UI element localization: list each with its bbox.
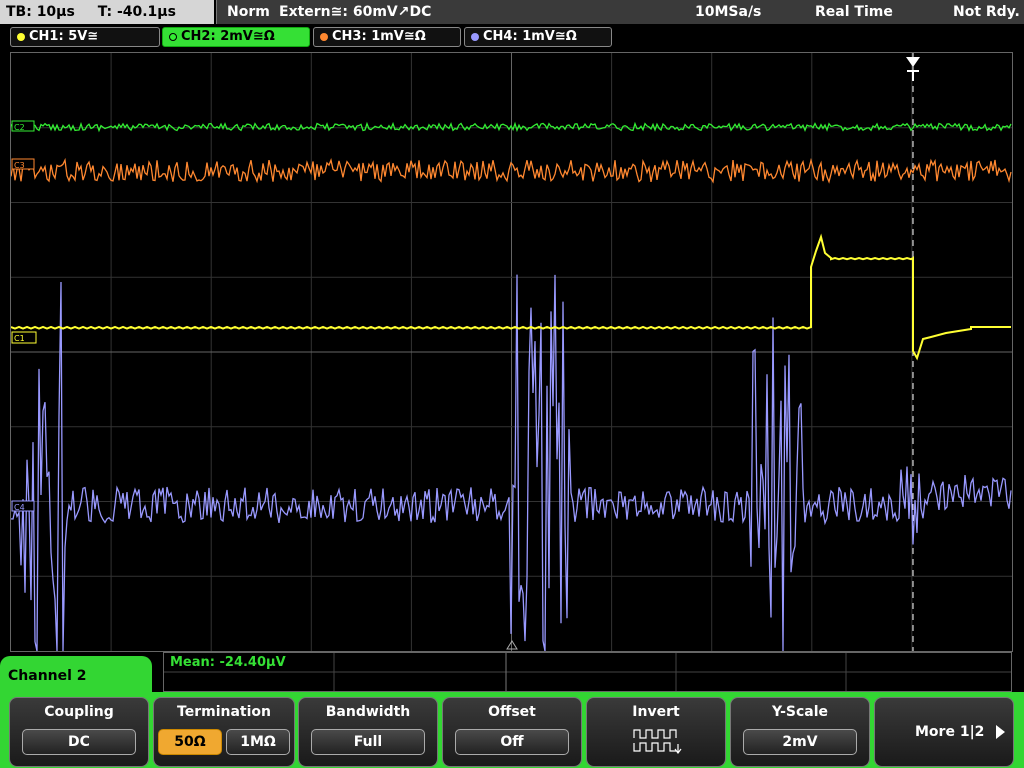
arrow-right-icon bbox=[996, 725, 1005, 739]
tab-ch1[interactable]: CH1: 5V≅ bbox=[10, 27, 160, 47]
ch2-level-marker[interactable]: C2 bbox=[11, 120, 35, 132]
yscale-title: Y-Scale bbox=[771, 704, 828, 720]
trigger-settings: Extern≅: 60mV↗DC bbox=[279, 4, 432, 20]
termination-softkey[interactable]: Termination 50Ω 1MΩ bbox=[153, 697, 295, 767]
ch4-dot-icon bbox=[471, 32, 479, 41]
invert-softkey[interactable]: Invert bbox=[586, 697, 726, 767]
tab-ch4-label: CH4: 1mV≅Ω bbox=[483, 29, 577, 44]
timebase-box[interactable]: TB: 10µs T: -40.1µs bbox=[0, 0, 214, 24]
measurement-panel[interactable]: Mean: -24.40µV bbox=[163, 652, 1012, 692]
svg-text:C1: C1 bbox=[14, 334, 25, 343]
waveform-display[interactable]: C2 C3 C1 C4 bbox=[10, 52, 1013, 652]
bandwidth-value[interactable]: Full bbox=[311, 729, 425, 755]
termination-50ohm-button[interactable]: 50Ω bbox=[158, 729, 222, 755]
ch4-level-marker[interactable]: C4 bbox=[11, 500, 35, 512]
trigger-marker-icon[interactable] bbox=[906, 57, 920, 67]
trigger-mode: Norm bbox=[227, 4, 270, 20]
channel-tabs: CH1: 5V≅ CH2: 2mV≅Ω CH3: 1mV≅Ω CH4: 1mV≅… bbox=[0, 26, 1024, 48]
trigger-time-value: T: -40.1µs bbox=[97, 4, 176, 20]
trigger-status: Not Rdy. bbox=[953, 4, 1020, 20]
coupling-title: Coupling bbox=[44, 704, 114, 720]
sample-rate: 10MSa/s bbox=[695, 4, 762, 20]
tab-ch2-label: CH2: 2mV≅Ω bbox=[181, 29, 275, 44]
termination-1mohm-button[interactable]: 1MΩ bbox=[226, 729, 290, 755]
channel-panel-title-text: Channel 2 bbox=[8, 668, 87, 684]
bandwidth-softkey[interactable]: Bandwidth Full bbox=[298, 697, 438, 767]
waveform-canvas: C2 C3 C1 C4 bbox=[11, 53, 1012, 651]
offset-softkey[interactable]: Offset Off bbox=[442, 697, 582, 767]
tab-ch4[interactable]: CH4: 1mV≅Ω bbox=[464, 27, 612, 47]
yscale-softkey[interactable]: Y-Scale 2mV bbox=[730, 697, 870, 767]
termination-title: Termination bbox=[177, 704, 271, 720]
ch1-dot-icon bbox=[17, 32, 25, 41]
svg-text:C2: C2 bbox=[14, 123, 25, 132]
ch1-level-marker[interactable]: C1 bbox=[11, 331, 37, 344]
offset-title: Offset bbox=[488, 704, 536, 720]
acquisition-info[interactable]: Norm Extern≅: 60mV↗DC 10MSa/s Real Time … bbox=[216, 0, 1024, 24]
tab-ch3-label: CH3: 1mV≅Ω bbox=[332, 29, 426, 44]
tab-ch2[interactable]: CH2: 2mV≅Ω bbox=[162, 27, 310, 47]
coupling-softkey[interactable]: Coupling DC bbox=[9, 697, 149, 767]
coupling-value[interactable]: DC bbox=[22, 729, 136, 755]
bandwidth-title: Bandwidth bbox=[325, 704, 411, 720]
ch3-level-marker[interactable]: C3 bbox=[11, 158, 35, 170]
svg-text:C3: C3 bbox=[14, 161, 25, 170]
measurement-grid bbox=[164, 653, 1011, 691]
ch3-dot-icon bbox=[320, 32, 328, 41]
more-softkey[interactable]: More 1|2 bbox=[874, 697, 1014, 767]
yscale-value[interactable]: 2mV bbox=[743, 729, 857, 755]
tab-ch1-label: CH1: 5V≅ bbox=[29, 29, 99, 44]
ch2-dot-icon bbox=[169, 32, 177, 41]
offset-value[interactable]: Off bbox=[455, 729, 569, 755]
invert-title: Invert bbox=[632, 704, 680, 720]
tab-ch3[interactable]: CH3: 1mV≅Ω bbox=[313, 27, 461, 47]
timebase-value: TB: 10µs bbox=[6, 4, 75, 20]
status-bar: TB: 10µs T: -40.1µs Norm Extern≅: 60mV↗D… bbox=[0, 0, 1024, 24]
more-label: More 1|2 bbox=[915, 724, 985, 740]
invert-waveform-icon bbox=[633, 729, 682, 754]
svg-text:C4: C4 bbox=[14, 503, 25, 512]
trigger-t-icon bbox=[907, 70, 919, 81]
acquisition-mode: Real Time bbox=[815, 4, 893, 20]
